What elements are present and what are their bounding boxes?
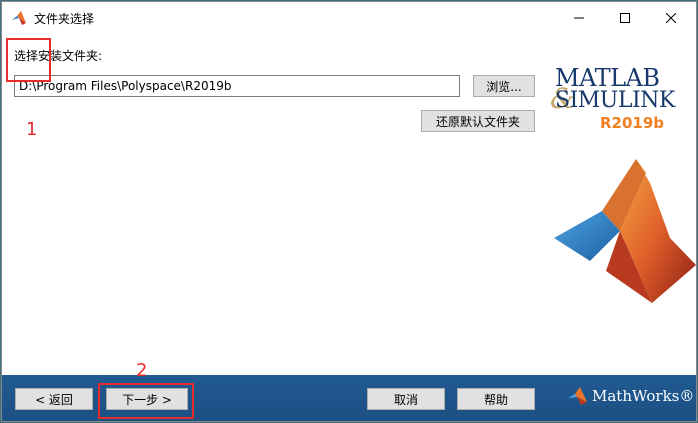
maximize-button[interactable] bbox=[602, 2, 648, 33]
cancel-button[interactable]: 取消 bbox=[367, 388, 445, 410]
folder-selection-dialog: 文件夹选择 选择安装文件夹: 浏览... 还原默认文件夹 MATLAB & SI… bbox=[1, 1, 697, 422]
next-button[interactable]: 下一步 > bbox=[106, 388, 188, 410]
annotation-number-2: 2 bbox=[136, 360, 148, 381]
mathworks-text: MathWorks® bbox=[592, 387, 695, 405]
install-path-input[interactable] bbox=[14, 75, 460, 97]
logo-simulink-text: SIMULINK bbox=[555, 88, 675, 113]
matlab-membrane-logo bbox=[554, 159, 696, 303]
dialog-content: 选择安装文件夹: 浏览... 还原默认文件夹 MATLAB & SIMULINK… bbox=[2, 33, 696, 375]
close-icon bbox=[666, 12, 676, 23]
close-button[interactable] bbox=[648, 2, 694, 33]
annotation-number-1: 1 bbox=[26, 119, 38, 140]
help-button[interactable]: 帮助 bbox=[457, 388, 535, 410]
minimize-icon bbox=[574, 17, 584, 18]
back-button[interactable]: < 返回 bbox=[15, 388, 93, 410]
window-title: 文件夹选择 bbox=[34, 12, 95, 26]
browse-button[interactable]: 浏览... bbox=[473, 75, 535, 97]
install-folder-label: 选择安装文件夹: bbox=[14, 49, 103, 63]
minimize-button[interactable] bbox=[556, 2, 602, 33]
mathworks-logo: MathWorks® bbox=[568, 387, 694, 405]
matlab-app-icon bbox=[12, 11, 26, 25]
maximize-icon bbox=[620, 12, 630, 23]
title-bar: 文件夹选择 bbox=[2, 2, 696, 33]
mathworks-membrane-icon bbox=[568, 387, 587, 405]
bottom-bar: < 返回 下一步 > 取消 帮助 MathWorks® bbox=[2, 375, 696, 421]
release-label: R2019b bbox=[600, 114, 665, 132]
restore-default-folder-button[interactable]: 还原默认文件夹 bbox=[421, 110, 535, 132]
